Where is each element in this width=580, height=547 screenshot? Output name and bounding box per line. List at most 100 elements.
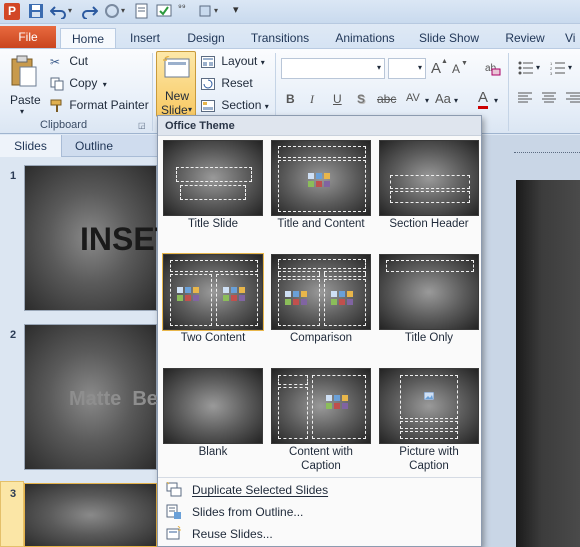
cut-button[interactable]: ✂ Cut xyxy=(50,54,88,70)
font-size-combobox[interactable]: ▾ xyxy=(388,58,426,79)
new-slide-icon xyxy=(163,56,190,78)
layout-title-slide[interactable]: Title Slide xyxy=(163,140,263,236)
change-case-dropdown-icon[interactable]: ▾ xyxy=(454,96,458,105)
more-icon[interactable] xyxy=(198,3,214,19)
reuse-slides-item[interactable]: Reuse Slides... xyxy=(158,523,481,545)
customize-icon[interactable]: ▾ xyxy=(233,3,249,19)
text-shadow-button[interactable]: S xyxy=(357,92,365,106)
layout-label: Title Slide xyxy=(187,218,239,230)
change-case-button[interactable]: Aa xyxy=(435,91,451,106)
layout-content-with-caption[interactable]: Content with Caption xyxy=(271,368,371,478)
tab-outline[interactable]: Outline xyxy=(62,135,126,157)
layout-section-header[interactable]: Section Header xyxy=(379,140,479,236)
paste-button[interactable]: Paste ▾ xyxy=(6,53,42,116)
copy-button[interactable]: Copy ▾ xyxy=(50,76,107,92)
layout-blank[interactable]: Blank xyxy=(163,368,263,464)
layout-thumbnail xyxy=(271,254,371,330)
tab-home[interactable]: Home xyxy=(60,28,116,49)
slides-from-outline-item[interactable]: Slides from Outline... xyxy=(158,501,481,523)
duplicate-selected-slides-item[interactable]: Duplicate Selected Slides xyxy=(158,479,481,501)
format-painter-button[interactable]: Format Painter xyxy=(50,98,149,114)
font-name-dropdown-icon[interactable]: ▾ xyxy=(377,63,381,72)
numbering-dropdown-icon[interactable]: ▾ xyxy=(568,63,572,72)
section-icon xyxy=(201,99,215,112)
powerpoint-logo[interactable]: P xyxy=(4,3,20,20)
shrink-font-button[interactable]: A xyxy=(452,62,460,76)
new-slide-button[interactable]: New Slide ▾ xyxy=(156,51,196,117)
slide-thumbnail-2[interactable]: Matte Bev xyxy=(24,324,169,470)
font-color-button[interactable]: A xyxy=(478,89,489,109)
layout-title-and-content[interactable]: Title and Content xyxy=(271,140,371,236)
layout-thumbnail xyxy=(162,253,264,331)
font-name-combobox[interactable]: ▾ xyxy=(281,58,385,79)
spelling-icon[interactable] xyxy=(156,3,172,19)
more-dropdown-icon[interactable]: ▾ xyxy=(214,6,230,22)
font-color-dropdown-icon[interactable]: ▾ xyxy=(494,96,498,105)
tab-view[interactable]: Vi xyxy=(565,28,580,49)
character-spacing-dropdown-icon[interactable]: ▾ xyxy=(425,96,429,105)
underline-button[interactable]: U xyxy=(333,92,342,106)
character-spacing-button[interactable]: AV xyxy=(406,92,420,104)
format-painter-label: Format Painter xyxy=(69,98,149,112)
content-placeholder-icon xyxy=(331,291,353,305)
align-center-icon[interactable] xyxy=(542,92,556,104)
tab-design[interactable]: Design xyxy=(178,28,234,49)
content-placeholder-icon xyxy=(223,287,245,301)
tab-animations[interactable]: Animations xyxy=(328,28,402,49)
paste-label: Paste xyxy=(10,93,41,107)
svg-text:3: 3 xyxy=(550,71,553,75)
reuse-slides-icon xyxy=(166,526,181,540)
slide-2-title: Matte Bev xyxy=(69,388,170,410)
italic-button[interactable]: I xyxy=(310,92,314,107)
grow-font-button[interactable]: A xyxy=(431,60,441,77)
clear-formatting-icon[interactable]: ab xyxy=(484,59,502,77)
reset-label: Reset xyxy=(221,76,253,90)
layout-picture-with-caption[interactable]: Picture with Caption xyxy=(379,368,479,478)
tab-file[interactable]: File xyxy=(0,26,56,49)
layout-label: Picture with Caption xyxy=(399,446,459,472)
redo-icon[interactable] xyxy=(82,3,98,19)
grow-font-icon: ▲ xyxy=(441,58,448,65)
layout-thumbnail xyxy=(163,368,263,444)
theme-header: Office Theme xyxy=(158,116,481,136)
layout-thumbnail xyxy=(163,140,263,216)
content-placeholder-icon xyxy=(308,173,330,187)
strikethrough-button[interactable]: abc xyxy=(377,92,396,106)
undo-icon[interactable] xyxy=(50,3,66,19)
group-separator xyxy=(508,53,509,131)
bullets-dropdown-icon[interactable]: ▾ xyxy=(536,63,540,72)
save-icon[interactable] xyxy=(28,3,44,19)
layout-label: Title Only xyxy=(404,332,454,344)
repeat-icon[interactable] xyxy=(104,3,120,19)
clipboard-launcher-icon[interactable]: ◲ xyxy=(138,121,146,130)
tab-insert[interactable]: Insert xyxy=(122,28,168,49)
bullets-icon[interactable] xyxy=(518,61,534,75)
layout-label: Layout xyxy=(221,54,258,68)
layout-comparison[interactable]: Comparison xyxy=(271,254,371,350)
print-preview-icon[interactable] xyxy=(134,3,150,19)
new-slide-dropdown: Office Theme Title Slide Title and Conte… xyxy=(157,115,482,547)
align-right-icon[interactable] xyxy=(566,92,580,104)
section-button[interactable]: Section ▾ xyxy=(201,98,269,114)
bold-button[interactable]: B xyxy=(286,92,295,106)
tab-transitions[interactable]: Transitions xyxy=(244,28,316,49)
slide-thumbnail-3[interactable] xyxy=(24,483,157,547)
align-left-icon[interactable] xyxy=(518,92,532,104)
section-label: Section xyxy=(221,98,262,112)
font-size-dropdown-icon[interactable]: ▾ xyxy=(418,63,422,72)
layout-two-content[interactable]: Two Content xyxy=(162,253,264,350)
tab-slides[interactable]: Slides xyxy=(0,135,62,157)
reset-button[interactable]: Reset xyxy=(201,76,253,92)
slide-canvas[interactable] xyxy=(516,180,580,547)
numbering-icon[interactable]: ⁹⁹ xyxy=(178,2,194,18)
tab-review[interactable]: Review xyxy=(500,28,550,49)
reuse-slides-label: Reuse Slides... xyxy=(192,527,273,541)
slide-thumbnail-1[interactable]: INSET xyxy=(24,165,174,311)
numbering-icon[interactable]: 123 xyxy=(550,61,566,75)
layout-button[interactable]: Layout ▾ xyxy=(201,54,265,70)
tab-slide-show[interactable]: Slide Show xyxy=(414,28,484,49)
layout-title-only[interactable]: Title Only xyxy=(379,254,479,350)
copy-dropdown-icon: ▾ xyxy=(102,80,107,89)
slide-number: 1 xyxy=(10,170,17,182)
shrink-font-icon: ▼ xyxy=(461,60,468,67)
